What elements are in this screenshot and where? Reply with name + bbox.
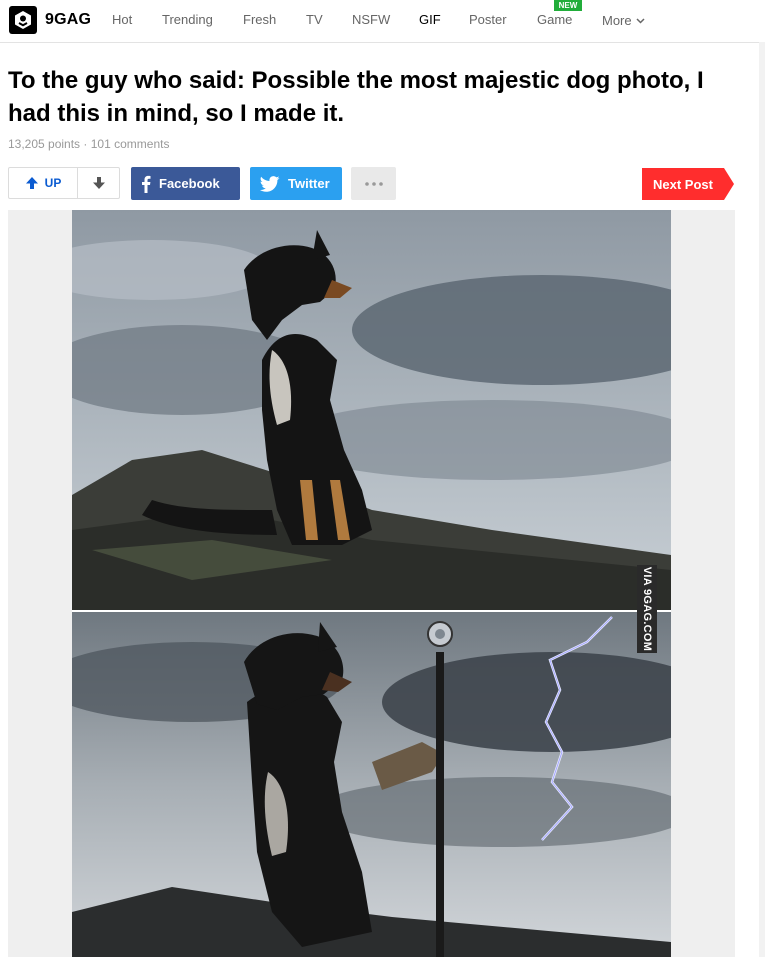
image-panel-edited xyxy=(72,612,671,957)
meta-separator: · xyxy=(83,137,88,151)
nav-poster[interactable]: Poster xyxy=(469,12,507,27)
points-count[interactable]: 13,205 points xyxy=(8,137,80,151)
nav-more[interactable]: More xyxy=(602,12,645,28)
post-title: To the guy who said: Possible the most m… xyxy=(8,67,704,127)
nav-trending[interactable]: Trending xyxy=(162,12,213,27)
twitter-label: Twitter xyxy=(288,176,330,191)
9gag-logo-icon xyxy=(9,6,37,34)
nav-nsfw[interactable]: NSFW xyxy=(352,12,390,27)
next-post-button[interactable]: Next Post xyxy=(642,168,734,200)
new-badge: NEW xyxy=(554,0,582,11)
page-scrollbar[interactable] xyxy=(759,42,765,957)
nav-more-label: More xyxy=(602,13,632,28)
chevron-down-icon xyxy=(636,12,645,27)
twitter-icon xyxy=(260,175,280,192)
nav-tv[interactable]: TV xyxy=(306,12,323,27)
twitter-share-button[interactable]: Twitter xyxy=(250,167,342,200)
next-post-label: Next Post xyxy=(653,176,713,192)
post-meta: 13,205 points · 101 comments xyxy=(8,137,169,151)
brand-name: 9GAG xyxy=(45,11,92,28)
top-nav: 9GAG Hot Trending Fresh TV NSFW GIF Post… xyxy=(0,0,765,43)
vote-group: UP xyxy=(8,167,120,199)
watermark: VIA 9GAG.COM xyxy=(637,565,657,653)
more-options-button[interactable] xyxy=(351,167,396,200)
downvote-arrow-icon xyxy=(92,177,105,189)
facebook-icon xyxy=(141,175,151,193)
logo[interactable]: 9GAG xyxy=(9,6,91,34)
post-container: VIA 9GAG.COM xyxy=(8,210,735,957)
upvote-label: UP xyxy=(44,176,62,190)
nav-hot[interactable]: Hot xyxy=(112,12,132,27)
facebook-share-button[interactable]: Facebook xyxy=(131,167,240,200)
more-dots-icon xyxy=(364,181,383,186)
upvote-button[interactable]: UP xyxy=(9,168,78,198)
nav-game[interactable]: Game xyxy=(537,12,572,27)
image-panel-original xyxy=(72,210,671,610)
comments-count[interactable]: 101 comments xyxy=(91,137,170,151)
facebook-label: Facebook xyxy=(159,176,220,191)
upvote-arrow-icon xyxy=(25,177,38,189)
downvote-button[interactable] xyxy=(78,168,119,198)
nav-gif[interactable]: GIF xyxy=(419,12,441,27)
nav-fresh[interactable]: Fresh xyxy=(243,12,276,27)
watermark-text: VIA 9GAG.COM xyxy=(641,566,653,652)
post-image[interactable]: VIA 9GAG.COM xyxy=(72,210,671,957)
